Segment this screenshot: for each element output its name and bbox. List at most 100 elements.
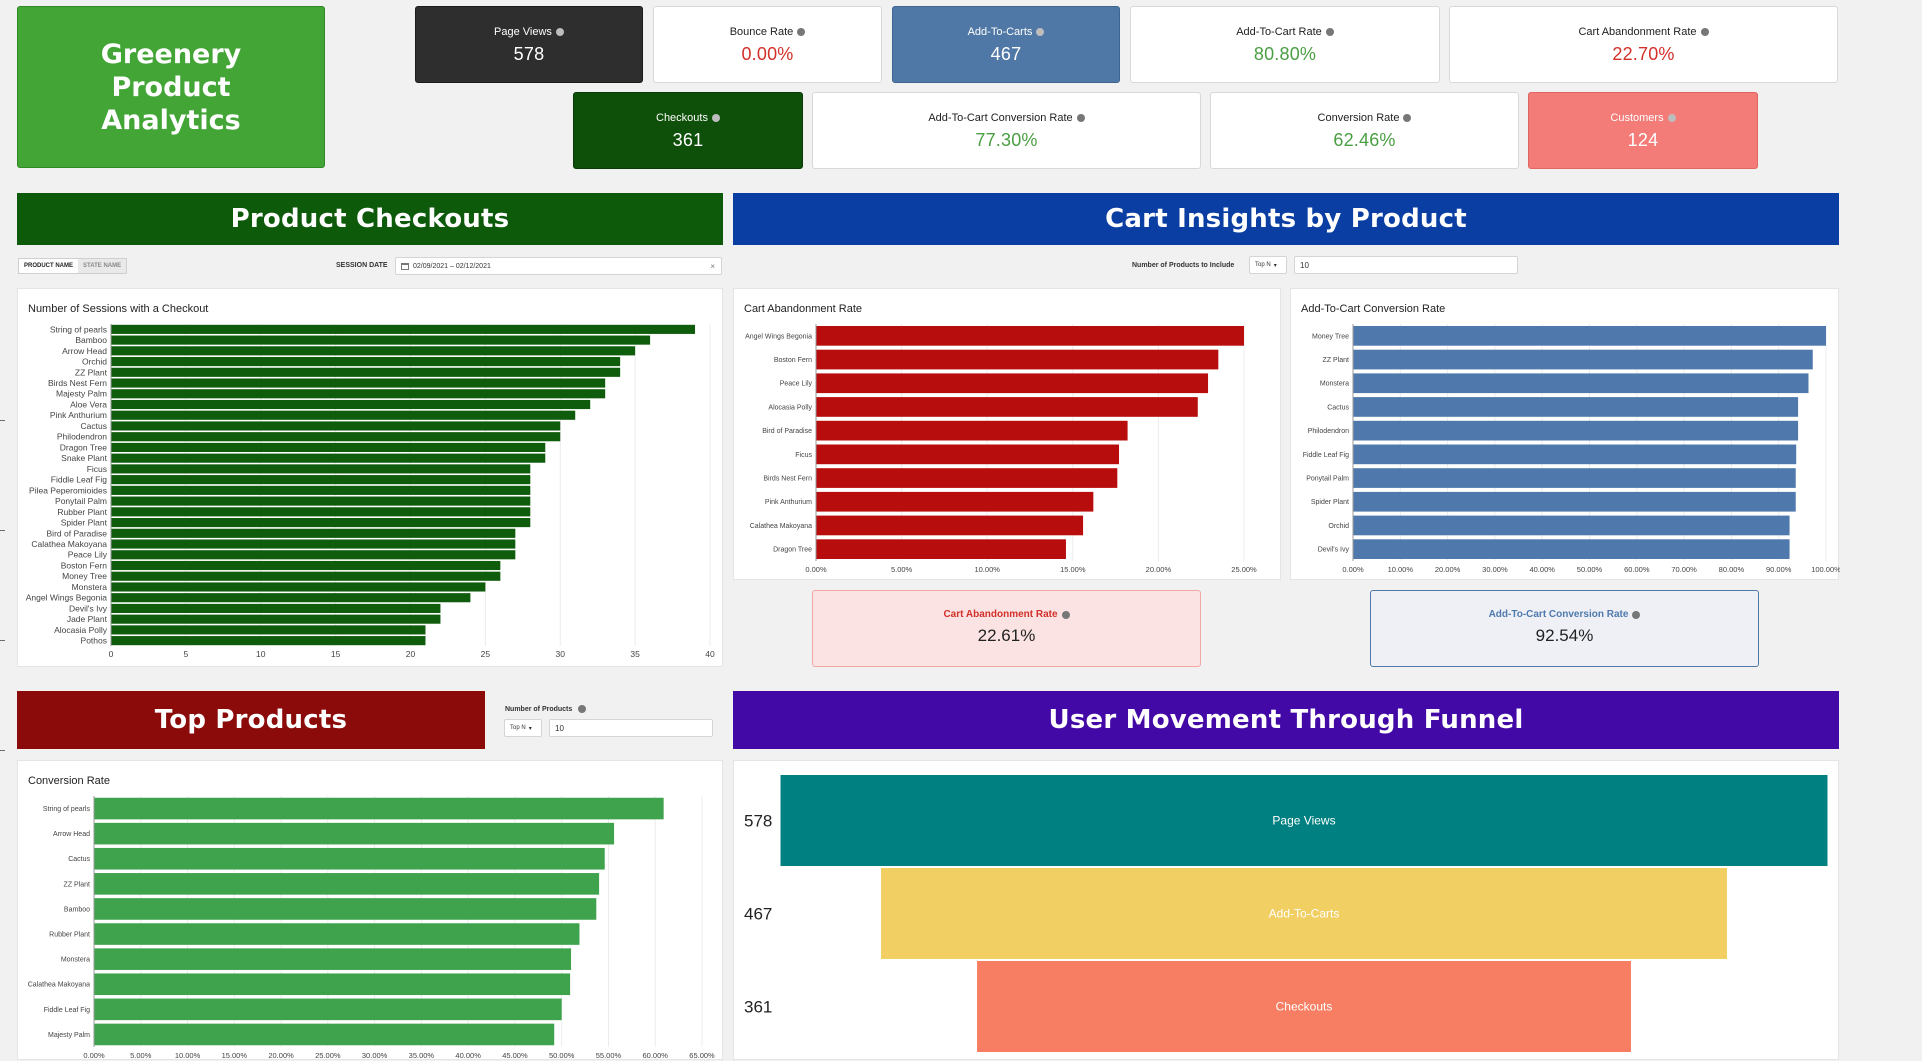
bar	[111, 571, 501, 581]
info-icon[interactable]	[711, 114, 720, 122]
category-label: Dragon Tree	[773, 547, 812, 554]
funnel-segment-label: Checkouts	[1276, 1000, 1333, 1014]
tick-label: 30	[556, 649, 566, 659]
category-label: Majesty Palm	[56, 389, 107, 399]
category-label: Bamboo	[75, 335, 107, 345]
info-icon[interactable]	[1667, 114, 1676, 122]
kpi-page-views[interactable]: Page Views 578	[415, 6, 643, 83]
bar	[94, 873, 600, 895]
bar	[94, 797, 664, 820]
tick-label: 100.00%	[1811, 565, 1840, 574]
info-icon[interactable]	[1403, 114, 1412, 122]
tick-label: 90.00%	[1766, 565, 1792, 574]
clear-icon[interactable]: ×	[710, 262, 715, 271]
info-icon[interactable]	[1076, 114, 1085, 122]
bar	[816, 444, 1120, 465]
bar	[94, 973, 571, 996]
banner-title: Top Products	[154, 705, 348, 735]
category-label: Pink Anthurium	[50, 410, 107, 420]
info-icon[interactable]	[797, 28, 806, 36]
bar	[816, 468, 1118, 488]
info-icon[interactable]	[1325, 28, 1334, 36]
info-icon[interactable]	[1036, 28, 1045, 36]
summary-label: Cart Abandonment Rate	[943, 609, 1058, 620]
bar	[816, 515, 1084, 536]
category-label: Fiddle Leaf Fig	[1303, 452, 1349, 459]
kpi-value: 0.00%	[741, 44, 794, 64]
tick-label: 0.00%	[805, 565, 827, 574]
kpi-checkouts[interactable]: Checkouts 361	[573, 92, 803, 169]
summary-label: Add-To-Cart Conversion Rate	[1488, 609, 1629, 620]
bar	[1353, 397, 1799, 417]
category-label: Pothos	[81, 636, 107, 646]
kpi-customers[interactable]: Customers 124	[1528, 92, 1758, 169]
category-label: Bird of Paradise	[762, 428, 812, 435]
summary-value: 22.61%	[977, 626, 1036, 645]
bar	[111, 593, 471, 603]
kpi-add-to-cart-rate[interactable]: Add-To-Cart Rate 80.80%	[1130, 6, 1440, 83]
bar	[1353, 468, 1796, 488]
topn-select[interactable]: Top N ▾	[1249, 256, 1287, 274]
category-label: Boston Fern	[774, 357, 812, 364]
category-label: String of pearls	[43, 806, 91, 813]
banner-title: Product Checkouts	[230, 204, 510, 234]
category-label: Jade Plant	[67, 614, 108, 624]
bar	[111, 636, 426, 646]
bar	[111, 378, 606, 388]
bar	[111, 528, 516, 538]
tick-label: 60.00%	[1624, 565, 1650, 574]
kpi-bounce-rate[interactable]: Bounce Rate 0.00%	[653, 6, 882, 83]
summary-add-to-cart-conversion[interactable]: Add-To-Cart Conversion Rate 92.54%	[1370, 590, 1759, 667]
tick-label: 10	[256, 649, 266, 659]
banner-title: User Movement Through Funnel	[1048, 705, 1524, 735]
tick-label: 70.00%	[1671, 565, 1697, 574]
kpi-conversion-rate[interactable]: Conversion Rate 62.46%	[1210, 92, 1519, 169]
kpi-cart-abandonment-rate[interactable]: Cart Abandonment Rate 22.70%	[1449, 6, 1838, 83]
category-label: Money Tree	[1312, 333, 1349, 340]
kpi-value: 578	[513, 44, 545, 64]
toggle-state-name[interactable]: STATE NAME	[78, 259, 126, 273]
category-label: Ponytail Palm	[55, 496, 107, 506]
kpi-add-to-carts[interactable]: Add-To-Carts 467	[892, 6, 1120, 83]
funnel-segment-label: Add-To-Carts	[1269, 907, 1340, 921]
bar	[111, 442, 546, 452]
tick-label: 30.00%	[1482, 565, 1508, 574]
bar	[816, 491, 1094, 512]
session-date-picker[interactable]: 02/09/2021 – 02/12/2021 ×	[395, 257, 722, 275]
category-label: Orchid	[82, 357, 107, 367]
bar	[111, 603, 441, 613]
dashboard-title: Greenery Product Analytics	[17, 6, 325, 168]
kpi-value: 124	[1627, 130, 1659, 150]
info-icon[interactable]	[1061, 610, 1070, 619]
tick-label: 25.00%	[315, 1051, 341, 1060]
dimension-toggle[interactable]: PRODUCT NAME STATE NAME	[18, 258, 128, 274]
category-label: Boston Fern	[61, 560, 108, 570]
tick-label: 35.00%	[409, 1051, 435, 1060]
bar	[111, 432, 561, 442]
category-label: Alocasia Polly	[768, 404, 812, 411]
summary-cart-abandonment[interactable]: Cart Abandonment Rate 22.61%	[812, 590, 1201, 667]
info-icon[interactable]	[555, 28, 564, 36]
kpi-label: Page Views	[494, 26, 552, 38]
category-label: Rubber Plant	[49, 932, 90, 939]
tick-label: 10.00%	[175, 1051, 201, 1060]
tick-label: 20.00%	[1435, 565, 1461, 574]
category-label: Philodendron	[57, 432, 107, 442]
category-label: Birds Nest Fern	[763, 476, 812, 483]
toggle-product-name[interactable]: PRODUCT NAME	[19, 259, 78, 273]
kpi-add-to-cart-conversion-rate[interactable]: Add-To-Cart Conversion Rate 77.30%	[812, 92, 1201, 169]
chevron-down-icon: ▾	[528, 725, 532, 732]
bar	[111, 582, 486, 592]
info-icon[interactable]	[1632, 610, 1641, 619]
bar	[816, 373, 1209, 394]
topn-select-2[interactable]: Top N ▾	[504, 719, 542, 737]
bar	[94, 847, 605, 870]
topn-input[interactable]: 10	[1294, 256, 1518, 274]
info-icon[interactable]	[1700, 28, 1709, 36]
bar	[1353, 373, 1809, 394]
summary-value: 92.54%	[1535, 626, 1594, 645]
tick-label: 5.00%	[891, 565, 913, 574]
info-icon[interactable]	[578, 705, 587, 713]
category-label: Alocasia Polly	[54, 625, 108, 635]
topn-input-2[interactable]: 10	[549, 719, 713, 737]
